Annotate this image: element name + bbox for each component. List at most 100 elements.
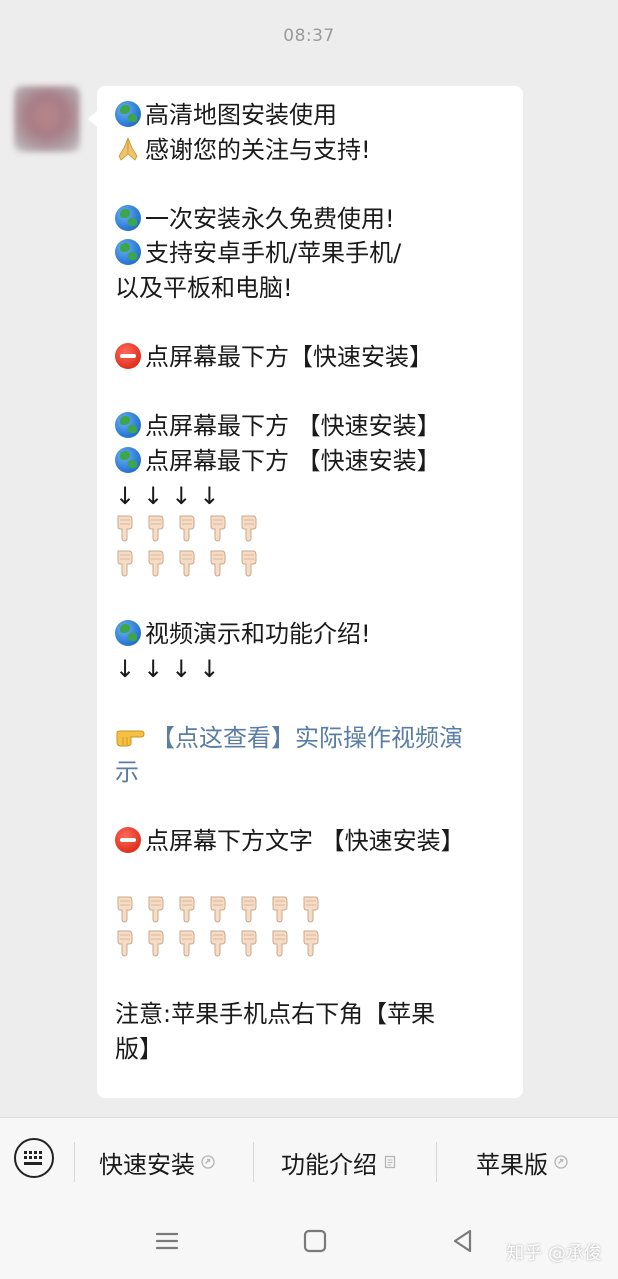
doc-icon [384,1155,396,1169]
official-account-menu-bar: 快速安装 功能介绍 苹果版 [0,1117,618,1206]
message-bubble[interactable]: 高清地图安装使用感谢您的关注与支持! 一次安装永久免费使用! 支持安卓手机/苹果手机… [88,86,523,1098]
message-text: 以及平板和电脑! [115,273,293,302]
pointing-right-hand-icon [116,730,145,747]
message-text: 高清地图安装使用 [145,101,337,129]
folded-hands-icon [118,137,138,161]
pointing-down-hand-icon [117,896,133,923]
globe-icon [115,412,141,439]
message-text: ↓↓↓↓ [115,654,228,683]
message-timestamp: 08:37 [283,26,335,46]
message-line: 点屏幕最下方 【快速安装】 [115,409,505,444]
message-line [115,375,505,410]
message-line: 版】 [115,1032,505,1067]
pointing-down-hand-icon [148,896,164,923]
stop-icon [115,827,141,854]
pointing-down-hand-icon [117,930,133,957]
message-text: 版】 [115,1035,163,1064]
globe-icon [115,446,141,473]
pointing-down-hand-icon [272,896,288,923]
pointing-down-hand-icon [272,930,288,957]
pointing-down-hand-icon [241,515,257,542]
pointing-down-hand-icon [117,550,133,577]
stop-icon [115,343,141,370]
message-line: 点屏幕最下方【快速安装】 [115,340,505,375]
pointing-down-hand-icon [241,550,257,577]
menu-item-label: 功能介绍 [281,1150,377,1179]
pointing-down-hand-icon [179,515,195,542]
pointing-down-hand-icon [210,550,226,577]
globe-icon [115,101,141,127]
pointing-down-hands-row [115,894,505,929]
pointing-down-hand-icon [210,930,226,957]
pointing-down-hand-icon [210,515,226,542]
pointing-down-hand-icon [179,930,195,957]
message-text: ↓↓↓↓ [115,481,228,510]
message-line: 视频演示和功能介绍! [115,617,505,652]
pointing-down-hand-icon [210,896,226,923]
link-icon [554,1155,568,1169]
message-line: 注意:苹果手机点右下角【苹果 [115,997,505,1032]
globe-icon [115,239,141,266]
pointing-down-hand-icon [148,550,164,577]
message-line [115,859,505,894]
message-text: 示 [115,758,139,787]
pointing-down-hand-icon [148,930,164,957]
message-line: ↓↓↓↓ [115,652,505,687]
message-line [115,790,505,825]
message-line: ↓↓↓↓ [115,479,505,514]
menu-icon[interactable] [152,1226,182,1256]
menu-item-features[interactable]: 功能介绍 [281,1144,397,1180]
menu-item-quick-install[interactable]: 快速安装 [99,1144,215,1180]
globe-icon [115,619,141,646]
message-text: 点屏幕最下方【快速安装】 [145,343,433,372]
message-text: 点屏幕下方文字 【快速安装】 [145,827,465,856]
menu-item-label: 苹果版 [476,1150,548,1179]
message-line: 感谢您的关注与支持! [115,133,505,168]
keyboard-toggle-icon[interactable] [14,1138,54,1178]
menu-divider [253,1142,254,1182]
message-text: 支持安卓手机/苹果手机/ [145,239,402,268]
message-text: 点屏幕最下方 【快速安装】 [145,446,441,475]
message-line: 以及平板和电脑! [115,271,505,306]
pointing-down-hand-icon [179,550,195,577]
message-text: 视频演示和功能介绍! [145,619,371,648]
pointing-down-hand-icon [241,896,257,923]
message-text: 感谢您的关注与支持! [145,135,371,164]
video-demo-link[interactable]: 【点这查看】实际操作视频演 [115,721,505,756]
pointing-down-hand-icon [303,896,319,923]
message-line: 高清地图安装使用 [115,98,505,133]
pointing-down-hand-icon [148,515,164,542]
home-icon[interactable] [300,1226,330,1256]
watermark: 知乎 @承俊 [506,1243,602,1264]
menu-divider [436,1142,437,1182]
message-line [115,963,505,998]
back-icon[interactable] [448,1226,478,1256]
pointing-down-hands-row [115,513,505,548]
message-text: 点屏幕最下方 【快速安装】 [145,412,441,441]
message-line [115,686,505,721]
message-text: 一次安装永久免费使用! [145,204,395,233]
sender-avatar[interactable] [14,86,80,152]
pointing-down-hands-row [115,548,505,583]
message-line: 支持安卓手机/苹果手机/ [115,236,505,271]
menu-item-apple-version[interactable]: 苹果版 [476,1144,568,1180]
pointing-down-hand-icon [179,896,195,923]
message-line: 一次安装永久免费使用! [115,202,505,237]
message-body: 高清地图安装使用感谢您的关注与支持! 一次安装永久免费使用! 支持安卓手机/苹果手机… [115,98,505,1067]
video-demo-link[interactable]: 示 [115,755,505,790]
globe-icon [115,204,141,231]
menu-item-label: 快速安装 [99,1150,195,1179]
message-line [115,167,505,202]
message-line [115,582,505,617]
message-line: 点屏幕下方文字 【快速安装】 [115,824,505,859]
message-line [115,306,505,341]
pointing-down-hand-icon [241,930,257,957]
pointing-down-hand-icon [303,930,319,957]
pointing-down-hand-icon [117,515,133,542]
link-icon [201,1155,215,1169]
message-text: 【点这查看】实际操作视频演 [151,723,463,752]
pointing-down-hands-row [115,928,505,963]
message-line: 点屏幕最下方 【快速安装】 [115,444,505,479]
message-text: 注意:苹果手机点右下角【苹果 [115,1000,436,1029]
menu-divider [74,1142,75,1182]
